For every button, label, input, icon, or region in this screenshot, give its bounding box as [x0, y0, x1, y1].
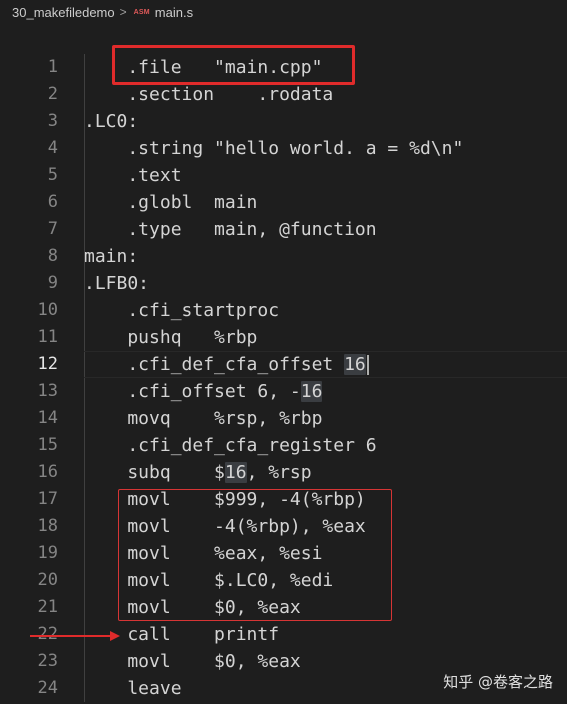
line-number: 11: [37, 327, 58, 347]
line-number: 16: [37, 462, 58, 482]
code-text: main:: [84, 246, 139, 267]
line-number: 5: [47, 165, 58, 185]
line-number: 13: [37, 381, 58, 401]
code-line[interactable]: 4 .string "hello world. a = %d\n": [0, 135, 567, 162]
code-text: pushq %rbp: [84, 327, 258, 348]
line-number: 8: [47, 246, 58, 266]
line-number: 1: [47, 57, 58, 77]
code-line[interactable]: 9 .LFB0:: [0, 270, 567, 297]
line-number: 14: [37, 408, 58, 428]
line-number: 9: [47, 273, 58, 293]
line-number: 19: [37, 543, 58, 563]
code-line[interactable]: 6 .globl main: [0, 189, 567, 216]
code-line[interactable]: 8 main:: [0, 243, 567, 270]
line-number: 3: [47, 111, 58, 131]
code-text: subq $16, %rsp: [84, 462, 312, 483]
code-text: movl $0, %eax: [84, 651, 301, 672]
code-line[interactable]: 12 .cfi_def_cfa_offset 16: [0, 351, 567, 378]
code-text: .LFB0:: [84, 273, 150, 294]
breadcrumb-folder[interactable]: 30_makefiledemo: [12, 5, 115, 20]
code-text: .string "hello world. a = %d\n": [84, 138, 464, 159]
code-text: .type main, @function: [84, 219, 377, 240]
code-line[interactable]: 2 .section .rodata: [0, 81, 567, 108]
line-number: 12: [37, 354, 58, 374]
code-line[interactable]: 13 .cfi_offset 6, -16: [0, 378, 567, 405]
code-text: .section .rodata: [84, 84, 334, 105]
code-text: .cfi_offset 6, -16: [84, 381, 323, 402]
code-text: movq %rsp, %rbp: [84, 408, 323, 429]
breadcrumb-file[interactable]: main.s: [155, 5, 193, 20]
line-number: 21: [37, 597, 58, 617]
call-arrow: [30, 635, 112, 637]
line-number: 23: [37, 651, 58, 671]
line-number: 15: [37, 435, 58, 455]
code-text: .LC0:: [84, 111, 139, 132]
code-line[interactable]: 16 subq $16, %rsp: [0, 459, 567, 486]
line-number: 10: [37, 300, 58, 320]
code-text: .cfi_def_cfa_offset 16: [84, 354, 366, 375]
code-line[interactable]: 7 .type main, @function: [0, 216, 567, 243]
selection-highlight: 16: [300, 381, 323, 402]
chevron-right-icon: >: [119, 5, 127, 19]
file-directive-highlight-box: [112, 45, 355, 85]
line-number: 18: [37, 516, 58, 536]
text-cursor: [366, 355, 369, 375]
line-number: 4: [47, 138, 58, 158]
code-text: .cfi_startproc: [84, 300, 280, 321]
arrow-right-icon: [110, 631, 120, 641]
line-number: 7: [47, 219, 58, 239]
code-text: .cfi_def_cfa_register 6: [84, 435, 377, 456]
selection-highlight: 16: [224, 462, 247, 483]
line-number: 6: [47, 192, 58, 212]
selection-highlight: 16: [344, 354, 366, 375]
code-line[interactable]: 5 .text: [0, 162, 567, 189]
code-text: .text: [84, 165, 182, 186]
line-number: 17: [37, 489, 58, 509]
line-number: 24: [37, 678, 58, 698]
watermark: 知乎 @卷客之路: [443, 673, 553, 691]
line-number: 20: [37, 570, 58, 590]
code-line[interactable]: 15 .cfi_def_cfa_register 6: [0, 432, 567, 459]
code-line[interactable]: 3 .LC0:: [0, 108, 567, 135]
code-line[interactable]: 11 pushq %rbp: [0, 324, 567, 351]
printf-args-highlight-box: [118, 489, 392, 621]
code-line[interactable]: 14 movq %rsp, %rbp: [0, 405, 567, 432]
line-number: 2: [47, 84, 58, 104]
breadcrumb: 30_makefiledemo > ASM main.s: [0, 0, 567, 24]
asm-file-icon: ASM: [133, 8, 150, 16]
code-line[interactable]: 10 .cfi_startproc: [0, 297, 567, 324]
code-text: leave: [84, 678, 182, 699]
code-text: .globl main: [84, 192, 258, 213]
